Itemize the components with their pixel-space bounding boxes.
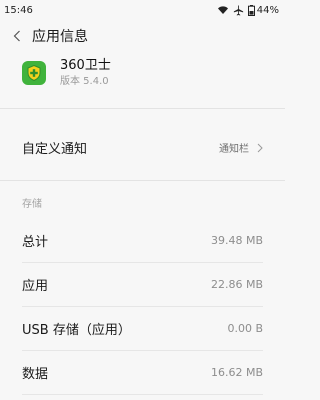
custom-notification-value: 通知栏 — [219, 143, 249, 155]
battery-percent: 44% — [256, 4, 279, 16]
storage-section-label: 存储 — [22, 199, 42, 210]
shield-plus-icon — [27, 64, 41, 82]
status-time: 15:46 — [4, 4, 33, 16]
storage-row-total: 总计 39.48 MB — [0, 218, 285, 262]
storage-row-app: 应用 22.86 MB — [0, 262, 285, 306]
row-divider — [22, 394, 263, 395]
app-icon — [22, 61, 46, 85]
storage-app-label: 应用 — [22, 278, 49, 294]
storage-row-data: 数据 16.62 MB — [0, 350, 285, 394]
battery-indicator: 44% — [247, 4, 279, 16]
section-divider — [0, 108, 285, 109]
storage-usb-value: 0.00 B — [227, 321, 263, 335]
navigation-bar: 应用信息 — [0, 20, 285, 52]
storage-total-label: 总计 — [22, 234, 49, 250]
chevron-right-icon — [257, 138, 263, 157]
storage-data-value: 16.62 MB — [210, 365, 263, 379]
custom-notification-label: 自定义通知 — [22, 141, 88, 157]
airplane-icon — [233, 4, 244, 16]
storage-total-value: 39.48 MB — [210, 233, 263, 247]
custom-notification-row[interactable]: 自定义通知 通知栏 — [0, 125, 285, 169]
storage-app-value: 22.86 MB — [210, 277, 263, 291]
section-divider — [0, 180, 285, 181]
app-header: 360卫士 版本 5.4.0 — [0, 52, 285, 94]
wifi-icon — [217, 5, 229, 15]
storage-row-usb: USB 存储（应用） 0.00 B — [0, 306, 285, 350]
storage-data-label: 数据 — [22, 366, 49, 382]
app-name: 360卫士 — [60, 58, 111, 73]
storage-usb-label: USB 存储（应用） — [22, 322, 131, 338]
app-version: 版本 5.4.0 — [60, 76, 109, 87]
page-title: 应用信息 — [32, 29, 88, 45]
back-arrow-icon[interactable] — [6, 20, 28, 52]
battery-icon — [247, 4, 255, 16]
status-bar: 15:46 44% — [0, 0, 285, 20]
status-icons: 44% — [217, 4, 279, 16]
